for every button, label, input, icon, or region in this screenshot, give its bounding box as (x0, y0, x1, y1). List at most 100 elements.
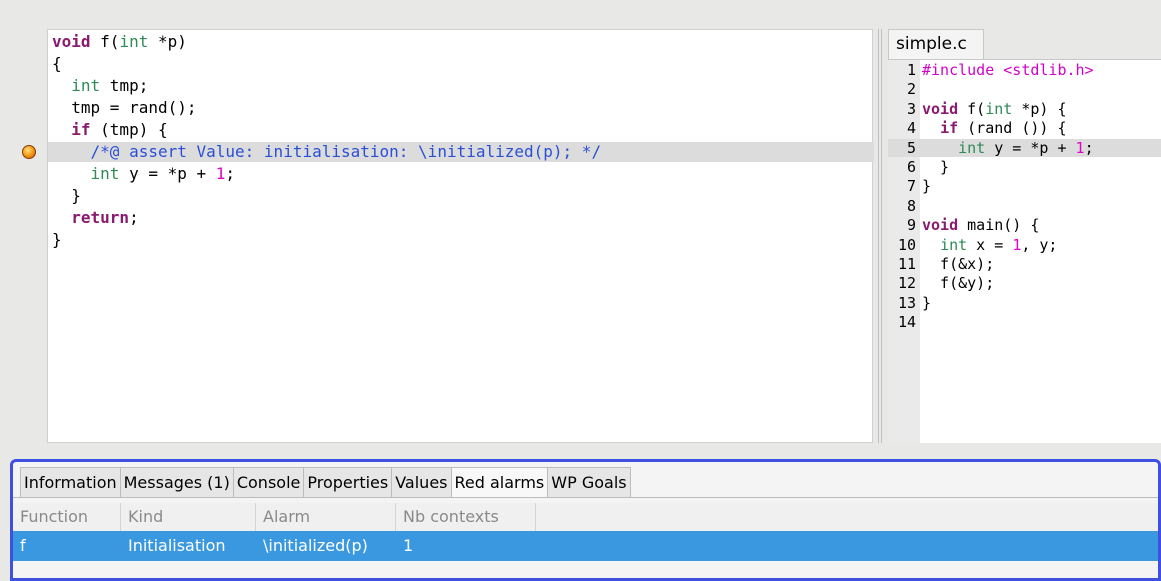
source-line-text: } (922, 158, 949, 176)
splitter-grip-line (878, 29, 879, 443)
line-number: 13 (897, 293, 916, 312)
source-line[interactable]: 9 void main() { (888, 216, 1161, 234)
code-token: void (52, 32, 91, 51)
tab-properties[interactable]: Properties (303, 467, 393, 497)
source-line[interactable]: 5 int y = *p + 1; (888, 138, 1161, 157)
column-header-nb-contexts[interactable]: Nb contexts (396, 503, 536, 531)
code-token: { (52, 54, 62, 73)
tab-console[interactable]: Console (232, 467, 305, 497)
code-token: /*@ assert Value: initialisation: \initi… (52, 142, 602, 161)
code-line[interactable]: } (48, 230, 876, 250)
source-line-text: void main() { (922, 216, 1039, 234)
code-token: #include <stdlib.h> (922, 61, 1094, 79)
source-line[interactable]: 2 (888, 80, 1161, 98)
source-line[interactable]: 1 #include <stdlib.h> (888, 61, 1161, 79)
source-line[interactable]: 8 (888, 197, 1161, 215)
code-line[interactable]: int y = *p + 1; (48, 164, 876, 184)
table-cell: Initialisation (128, 536, 226, 555)
code-line[interactable]: if (tmp) { (48, 120, 876, 140)
code-token: tmp; (100, 76, 149, 95)
source-line-text: int x = 1, y; (922, 236, 1057, 254)
source-line-text: #include <stdlib.h> (922, 61, 1094, 79)
line-number: 11 (897, 255, 916, 273)
source-line-text: int y = *p + 1; (922, 138, 1094, 157)
source-viewer[interactable]: 1 #include <stdlib.h> 2 3 void f(int *p) {4 … (888, 59, 1161, 443)
line-number: 5 (906, 138, 916, 157)
source-line[interactable]: 6 } (888, 158, 1161, 176)
line-number: 10 (897, 235, 916, 254)
source-file-tab[interactable]: simple.c (888, 29, 984, 59)
tab-information[interactable]: Information (20, 467, 121, 497)
code-token: return (71, 208, 130, 227)
tab-messages-1[interactable]: Messages (1) (119, 467, 234, 497)
pane-splitter[interactable] (874, 29, 886, 443)
red-alarm-bullet-icon[interactable] (22, 145, 36, 159)
tab-values[interactable]: Values (391, 467, 452, 497)
code-token: ; (1084, 138, 1094, 157)
source-line[interactable]: 4 if (rand ()) { (888, 119, 1161, 137)
source-file-tab-label: simple.c (896, 34, 967, 54)
line-number: 14 (897, 313, 916, 332)
code-token: int (940, 235, 968, 254)
code-token: if (940, 119, 959, 138)
code-token: int (90, 164, 120, 183)
source-line[interactable]: 7} (888, 177, 1161, 195)
source-line[interactable]: 11 f(&x); (888, 255, 1161, 273)
line-number: 9 (906, 216, 916, 235)
source-line[interactable]: 14 (888, 313, 1161, 331)
code-token: void (922, 216, 959, 235)
code-token: int (985, 99, 1013, 118)
column-header-function[interactable]: Function (13, 503, 121, 531)
line-number: 12 (897, 274, 916, 293)
source-line-text: } (922, 177, 931, 195)
code-line[interactable]: } (48, 186, 876, 206)
column-header-kind[interactable]: Kind (121, 503, 256, 531)
source-line[interactable]: 13} (888, 294, 1161, 312)
code-line[interactable]: tmp = rand(); (48, 98, 876, 118)
source-line-text: f(&x); (922, 255, 994, 273)
code-token: , y; (1021, 235, 1058, 254)
code-token: } (52, 230, 62, 249)
splitter-grip-line (881, 29, 882, 443)
code-token: } (922, 293, 932, 312)
code-token: } (922, 177, 932, 196)
code-token: f(&x); (922, 255, 995, 273)
tab-red-alarms[interactable]: Red alarms (450, 467, 549, 497)
column-header-alarm[interactable]: Alarm (256, 503, 396, 531)
source-line[interactable]: 3 void f(int *p) { (888, 100, 1161, 118)
source-line-text: if (rand ()) { (922, 119, 1066, 138)
code-line[interactable]: void f(int *p) (48, 32, 876, 52)
line-number: 4 (906, 119, 916, 138)
code-token: int (71, 76, 101, 95)
line-number: 1 (906, 61, 916, 79)
tab-bar-divider (13, 497, 1158, 498)
source-line-text: void f(int *p) { (922, 100, 1067, 118)
line-number: 6 (906, 158, 916, 176)
code-token: int (119, 32, 149, 51)
code-viewer[interactable]: void f(int *p) { int tmp; tmp = rand(); i… (47, 29, 876, 443)
line-number: 2 (906, 80, 916, 99)
source-line-text: f(&y); (922, 274, 994, 292)
source-line[interactable]: 12 f(&y); (888, 274, 1161, 292)
code-line[interactable]: { (48, 54, 876, 74)
code-line[interactable]: int tmp; (48, 76, 876, 96)
code-token: f( (958, 99, 986, 118)
code-token: ; (129, 208, 139, 227)
code-line[interactable]: return; (48, 208, 876, 228)
table-row[interactable]: f Initialisation \initialized(p) 1 (13, 531, 1158, 561)
code-token: } (52, 186, 81, 205)
bottom-tab-bar: Information Messages (1) Console Properties… (20, 467, 631, 497)
source-line[interactable]: 10 int x = 1, y; (888, 236, 1161, 254)
code-token: } (922, 158, 950, 176)
code-token: void (922, 99, 959, 118)
tab-wp-goals[interactable]: WP Goals (547, 467, 631, 497)
code-token: y = *p + (985, 138, 1076, 157)
table-cell: 1 (403, 536, 414, 555)
code-line[interactable]: /*@ assert Value: initialisation: \initi… (48, 142, 876, 162)
table-cell: \initialized(p) (263, 536, 368, 555)
line-number: 8 (906, 196, 916, 215)
